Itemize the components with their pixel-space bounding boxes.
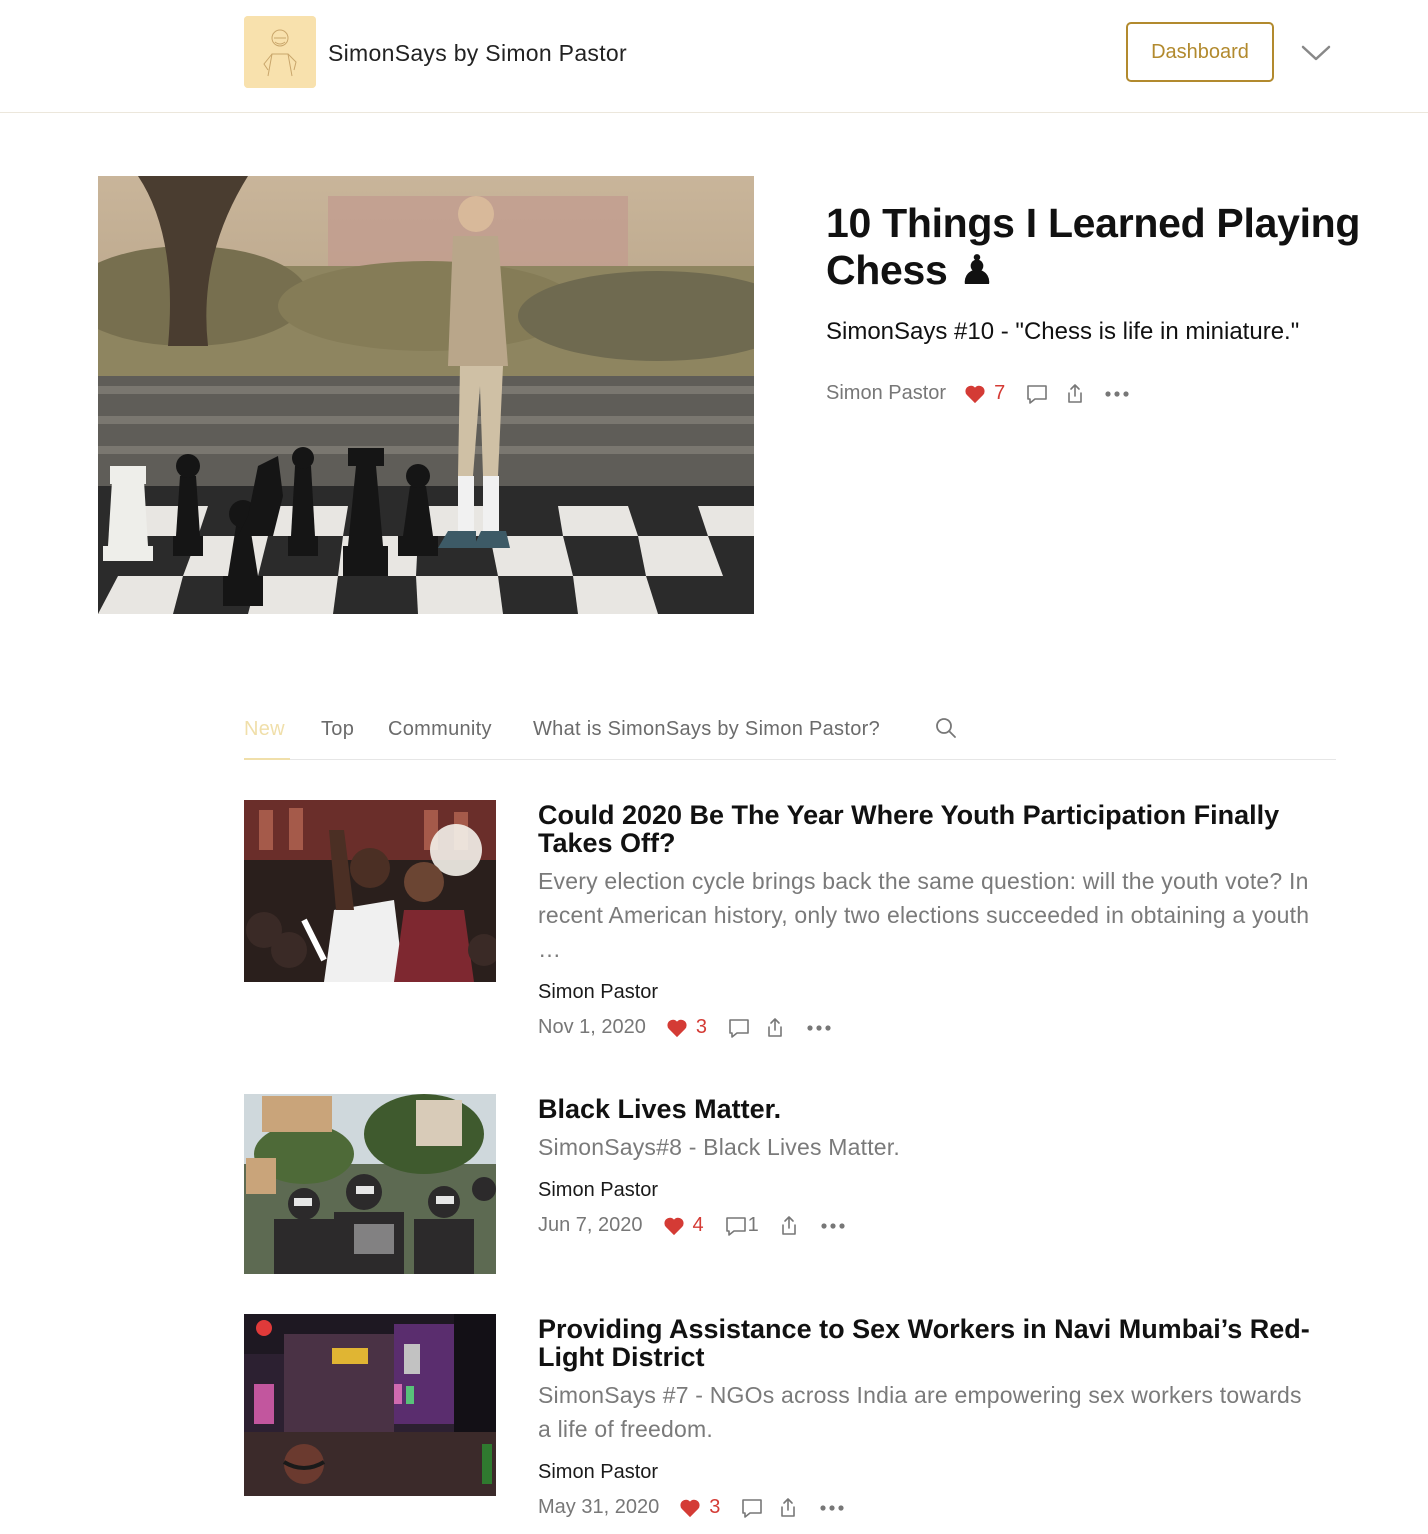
like-button[interactable]: 7 bbox=[964, 382, 1005, 405]
chevron-down-icon[interactable] bbox=[1298, 38, 1334, 68]
heart-icon bbox=[663, 1217, 684, 1235]
heart-icon bbox=[667, 1019, 687, 1037]
site-title[interactable]: SimonSays by Simon Pastor bbox=[328, 40, 627, 67]
post-thumbnail[interactable] bbox=[244, 1314, 496, 1496]
tab-new[interactable]: New bbox=[244, 718, 285, 741]
like-button[interactable]: 3 bbox=[679, 1496, 720, 1519]
post-subtitle: SimonSays#8 - Black Lives Matter. bbox=[538, 1134, 900, 1160]
more-icon[interactable] bbox=[807, 1024, 831, 1032]
share-icon[interactable] bbox=[779, 1215, 799, 1237]
more-icon[interactable] bbox=[821, 1222, 845, 1230]
post-date: Jun 7, 2020 bbox=[538, 1214, 643, 1236]
comment-count: 1 bbox=[747, 1214, 759, 1236]
like-button[interactable]: 4 bbox=[663, 1214, 704, 1237]
more-icon[interactable] bbox=[820, 1504, 844, 1512]
post-date: Nov 1, 2020 bbox=[538, 1016, 646, 1038]
search-icon[interactable] bbox=[934, 716, 958, 745]
tab-top[interactable]: Top bbox=[321, 718, 354, 741]
post-meta: Jun 7, 2020 4 1 bbox=[538, 1214, 845, 1237]
post-title[interactable]: Black Lives Matter. bbox=[538, 1095, 1338, 1123]
post-author[interactable]: Simon Pastor bbox=[538, 981, 658, 1004]
site-header: SimonSays by Simon Pastor Dashboard bbox=[0, 0, 1428, 113]
like-count: 3 bbox=[695, 1016, 707, 1038]
post-tabs: New Top Community What is SimonSays by S… bbox=[244, 714, 1336, 760]
post-meta: Nov 1, 2020 3 bbox=[538, 1016, 831, 1039]
comment-icon[interactable]: 1 bbox=[724, 1214, 759, 1237]
comment-icon[interactable] bbox=[740, 1497, 764, 1519]
heart-icon bbox=[680, 1499, 700, 1517]
site-logo[interactable] bbox=[244, 16, 316, 88]
post-title[interactable]: Providing Assistance to Sex Workers in N… bbox=[538, 1315, 1338, 1371]
like-count: 4 bbox=[692, 1214, 704, 1236]
post-author[interactable]: Simon Pastor bbox=[538, 1179, 658, 1202]
post-date: May 31, 2020 bbox=[538, 1496, 660, 1518]
share-icon[interactable] bbox=[778, 1497, 798, 1519]
comment-icon[interactable] bbox=[727, 1017, 751, 1039]
more-icon[interactable] bbox=[1105, 390, 1129, 398]
post-title[interactable]: Could 2020 Be The Year Where Youth Parti… bbox=[538, 801, 1338, 857]
tab-active-indicator bbox=[244, 758, 290, 760]
dashboard-button[interactable]: Dashboard bbox=[1126, 22, 1274, 82]
heart-icon bbox=[965, 385, 985, 403]
tab-community[interactable]: Community bbox=[388, 718, 492, 741]
hero-post-author[interactable]: Simon Pastor bbox=[826, 382, 946, 405]
post-thumbnail[interactable] bbox=[244, 800, 496, 982]
hero-post-image[interactable] bbox=[98, 176, 754, 614]
tab-about[interactable]: What is SimonSays by Simon Pastor? bbox=[533, 718, 880, 741]
post-meta: May 31, 2020 3 bbox=[538, 1496, 844, 1519]
hero-post-subtitle: SimonSays #10 - "Chess is life in miniat… bbox=[826, 318, 1300, 345]
post-subtitle: Every election cycle brings back the sam… bbox=[538, 868, 1310, 962]
like-count: 3 bbox=[709, 1496, 721, 1518]
post-author[interactable]: Simon Pastor bbox=[538, 1461, 658, 1484]
post-thumbnail[interactable] bbox=[244, 1094, 496, 1274]
share-icon[interactable] bbox=[1065, 383, 1085, 405]
hero-post-title[interactable]: 10 Things I Learned Playing Chess ♟ bbox=[826, 200, 1386, 294]
comment-icon[interactable] bbox=[1025, 383, 1049, 405]
like-count: 7 bbox=[994, 382, 1006, 404]
like-button[interactable]: 3 bbox=[666, 1016, 707, 1039]
share-icon[interactable] bbox=[765, 1017, 785, 1039]
hero-post-meta: Simon Pastor 7 bbox=[826, 382, 1129, 405]
post-subtitle: SimonSays #7 - NGOs across India are emp… bbox=[538, 1382, 1302, 1442]
